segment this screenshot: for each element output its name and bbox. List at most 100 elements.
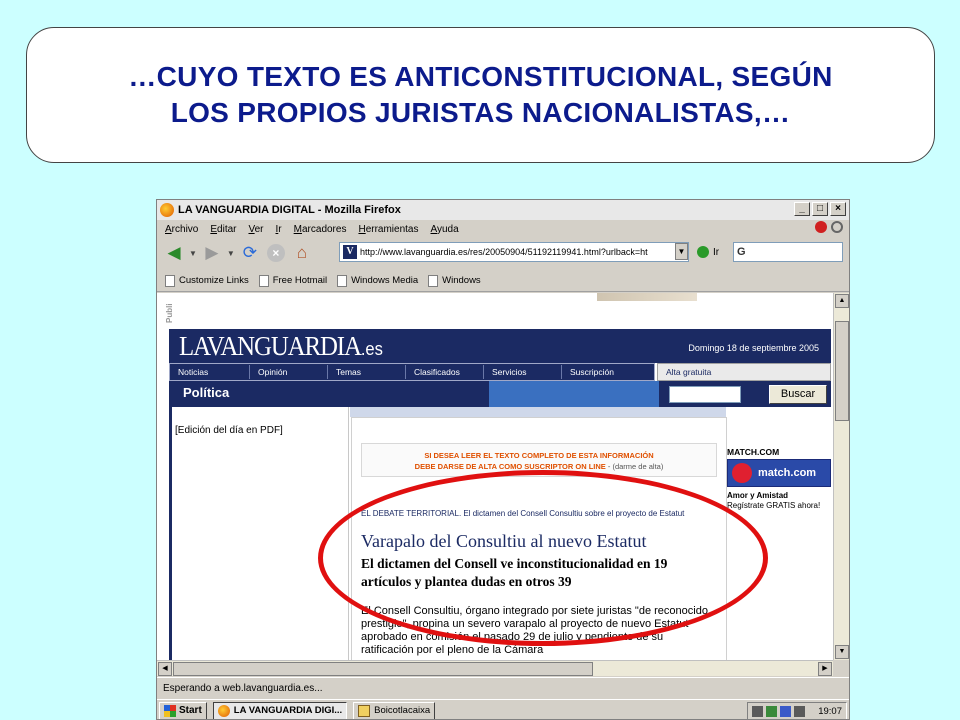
bookmark-windows-media[interactable]: Windows Media (337, 274, 418, 287)
stop-sign-icon[interactable] (815, 221, 827, 233)
menu-ir[interactable]: Ir (276, 224, 282, 235)
top-decoration (157, 293, 833, 307)
firefox-icon (217, 704, 230, 717)
section-title: Política (169, 381, 489, 407)
tray-volume-icon[interactable] (794, 705, 806, 717)
article-top-strip (350, 407, 726, 417)
page-icon (165, 274, 175, 287)
menu-herramientas[interactable]: Herramientas (358, 224, 418, 235)
nav-suscripcion[interactable]: Suscripción (562, 365, 622, 379)
left-column (169, 407, 349, 660)
bookmark-customize-links[interactable]: Customize Links (165, 274, 249, 287)
menu-editar[interactable]: Editar (210, 224, 236, 235)
site-favicon: V (343, 245, 357, 259)
back-arrow-icon[interactable]: ◀ (163, 242, 185, 264)
start-button[interactable]: Start (159, 701, 207, 719)
menu-ver[interactable]: Ver (248, 224, 263, 235)
reload-icon[interactable]: ⟳ (239, 242, 261, 264)
menu-bar: Archivo Editar Ver Ir Marcadores Herrami… (157, 220, 849, 238)
horizontal-scrollbar[interactable]: ◀ ▶ (157, 660, 833, 676)
gear-icon[interactable] (831, 221, 843, 233)
highlight-circle (318, 470, 768, 646)
heart-icon (732, 463, 752, 483)
go-label: Ir (713, 246, 720, 258)
scroll-up-icon[interactable]: ▲ (835, 294, 849, 308)
alta-gratuita-link[interactable]: Alta gratuita (657, 363, 831, 381)
home-icon[interactable]: ⌂ (291, 242, 313, 264)
nav-noticias[interactable]: Noticias (170, 365, 250, 379)
task-boicotlacaixa[interactable]: Boicotlacaixa (353, 701, 436, 719)
title-bar: LA VANGUARDIA DIGITAL - Mozilla Firefox … (157, 200, 849, 220)
window-title: LA VANGUARDIA DIGITAL - Mozilla Firefox (178, 204, 401, 216)
match-banner[interactable]: match.com (727, 459, 831, 487)
search-input[interactable]: G (733, 242, 843, 262)
header-image (597, 293, 697, 301)
advert-label: Publi (165, 303, 174, 323)
windows-logo-icon (164, 704, 176, 717)
page-icon (337, 274, 348, 287)
nav-servicios[interactable]: Servicios (484, 365, 562, 379)
url-dropdown-icon[interactable]: ▼ (675, 243, 688, 260)
close-button[interactable]: × (830, 202, 846, 216)
page-icon (428, 274, 439, 287)
go-icon (697, 246, 709, 258)
scroll-left-icon[interactable]: ◀ (158, 662, 172, 676)
notice-line-2: DEBE DARSE DE ALTA COMO SUSCRIPTOR ON LI… (414, 462, 606, 471)
firefox-icon (160, 203, 174, 217)
tray-app-icon[interactable] (752, 705, 764, 717)
page-date: Domingo 18 de septiembre 2005 (688, 343, 819, 353)
go-button[interactable]: Ir (697, 246, 719, 258)
system-tray: 19:07 (747, 702, 847, 719)
site-logo[interactable]: LAVANGUARDIA.es (179, 331, 383, 362)
menu-archivo[interactable]: Archivo (165, 224, 198, 235)
bookmarks-toolbar: Customize Links Free Hotmail Windows Med… (157, 270, 849, 292)
window-controls: _ □ × (794, 202, 846, 216)
nav-opinion[interactable]: Opinión (250, 365, 328, 379)
bookmark-free-hotmail[interactable]: Free Hotmail (258, 274, 327, 287)
windows-taskbar: Start LA VANGUARDIA DIGI... Boicotlacaix… (157, 699, 849, 719)
banner-line-2: LOS PROPIOS JURISTAS NACIONALISTAS,… (170, 97, 791, 128)
slide-banner: …CUYO TEXTO ES ANTICONSTITUCIONAL, SEGÚN… (26, 27, 935, 163)
menu-right-icons (815, 221, 843, 233)
task-firefox[interactable]: LA VANGUARDIA DIGI... (212, 701, 348, 719)
page-icon (258, 274, 269, 287)
minimize-button[interactable]: _ (794, 202, 810, 216)
ad-title: MATCH.COM (727, 447, 780, 457)
forward-arrow-icon[interactable]: ▶ (201, 242, 223, 264)
stop-icon: × (266, 244, 285, 262)
maximize-button[interactable]: □ (812, 202, 828, 216)
buscar-button[interactable]: Buscar (769, 385, 827, 404)
ad-line-1: Amor y Amistad (727, 491, 789, 500)
stop-button[interactable]: × (265, 242, 287, 264)
url-bar[interactable]: V http://www.lavanguardia.es/res/2005090… (339, 242, 689, 262)
menu-ayuda[interactable]: Ayuda (431, 224, 459, 235)
folder-icon (358, 704, 371, 717)
nav-temas[interactable]: Temas (328, 365, 406, 379)
nav-clasificados[interactable]: Clasificados (406, 365, 484, 379)
site-search-input[interactable] (669, 386, 741, 403)
tray-network-icon[interactable] (780, 705, 792, 717)
vertical-scroll-thumb[interactable] (835, 321, 849, 421)
ad-text: Amor y Amistad Regístrate GRATIS ahora! (727, 491, 833, 511)
status-bar: Esperando a web.lavanguardia.es... (157, 677, 849, 699)
notice-line-1: SI DESEA LEER EL TEXTO COMPLETO DE ESTA … (424, 451, 654, 460)
back-dropdown-icon[interactable]: ▼ (189, 249, 197, 258)
menu-marcadores[interactable]: Marcadores (294, 224, 347, 235)
site-nav: Noticias Opinión Temas Clasificados Serv… (169, 363, 655, 381)
signup-link[interactable]: - (darme de alta) (606, 462, 663, 471)
vertical-scrollbar[interactable]: ▲ ▼ (833, 293, 849, 660)
pdf-edition-link[interactable]: [Edición del día en PDF] (175, 425, 283, 436)
banner-line-1: …CUYO TEXTO ES ANTICONSTITUCIONAL, SEGÚN (128, 61, 833, 92)
scroll-down-icon[interactable]: ▼ (835, 645, 849, 659)
navigation-toolbar: ◀ ▼ ▶ ▼ ⟳ × ⌂ V http://www.lavanguardia.… (157, 238, 849, 268)
section-bar-accent (489, 381, 659, 407)
forward-dropdown-icon[interactable]: ▼ (227, 249, 235, 258)
bookmark-windows[interactable]: Windows (428, 274, 481, 287)
scroll-right-icon[interactable]: ▶ (818, 662, 832, 676)
horizontal-scroll-thumb[interactable] (173, 662, 593, 676)
masthead: LAVANGUARDIA.es Domingo 18 de septiembre… (169, 329, 831, 363)
ad-line-2: Regístrate GRATIS ahora! (727, 501, 821, 510)
url-text: http://www.lavanguardia.es/res/20050904/… (360, 247, 648, 257)
clock: 19:07 (818, 705, 842, 717)
tray-panda-icon[interactable] (766, 705, 778, 717)
